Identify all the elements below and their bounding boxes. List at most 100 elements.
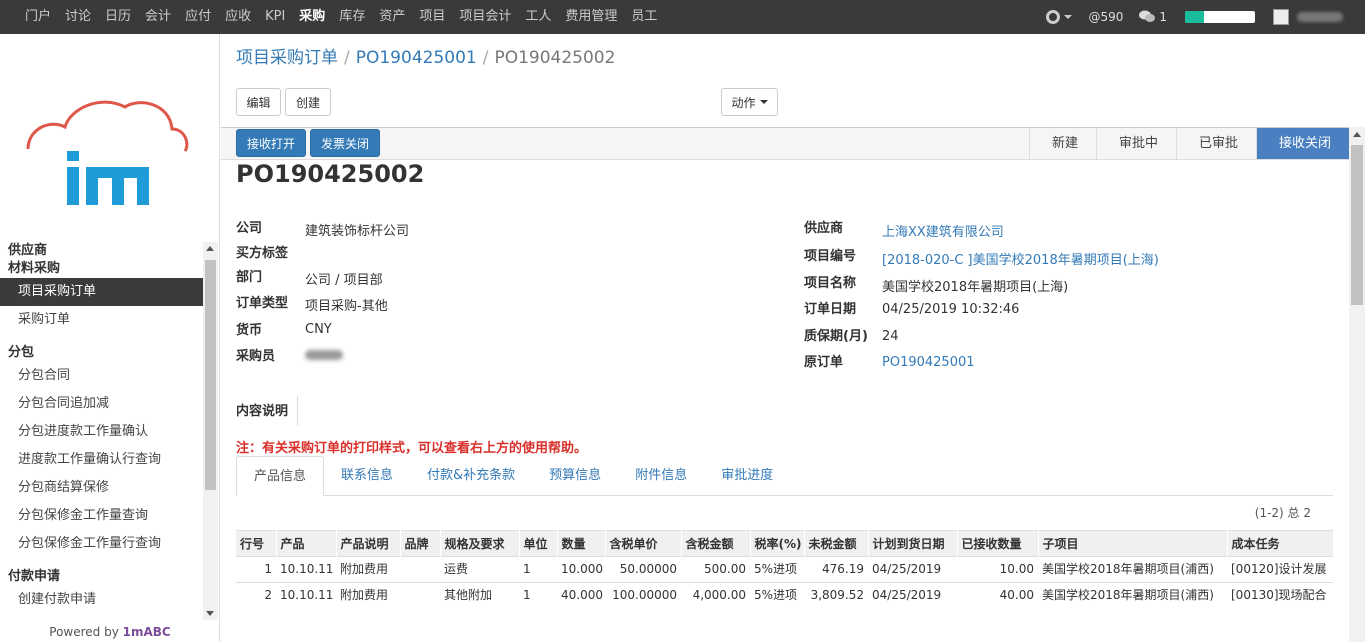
sidebar-item[interactable]: 分包合同	[0, 362, 203, 390]
column-header[interactable]: 税率(%)	[750, 530, 805, 557]
field-label: 采购员	[236, 349, 276, 364]
column-header[interactable]: 产品说明	[336, 530, 401, 557]
field-value: 美国学校2018年暑期项目(上海)	[882, 280, 1069, 295]
field-label: 订单类型	[236, 296, 289, 311]
invoice-close-button[interactable]: 发票关闭	[310, 129, 380, 157]
sidebar-group-title[interactable]: 分包	[0, 344, 203, 362]
settings-dropdown[interactable]	[1046, 10, 1073, 24]
top-menu-item[interactable]: 项目会计	[452, 0, 518, 34]
blurred-text	[305, 350, 343, 360]
mentions-counter[interactable]: @590	[1088, 10, 1123, 24]
tab-item[interactable]: 预算信息	[532, 456, 618, 496]
top-menu-item[interactable]: 费用管理	[558, 0, 624, 34]
sidebar-item[interactable]: 采购订单	[0, 306, 203, 334]
field-value: 24	[882, 329, 899, 344]
action-dropdown[interactable]: 动作	[721, 88, 778, 116]
table-cell: [00130]现场配合	[1227, 582, 1333, 608]
powered-by-brand[interactable]: 1mABC	[123, 625, 171, 639]
table-cell: 附加费用	[336, 556, 400, 583]
top-menu-item[interactable]: 门户	[18, 0, 58, 34]
top-menu-item[interactable]: 项目	[412, 0, 452, 34]
stage-pipeline: 新建 审批中 已审批 接收关闭	[1028, 128, 1349, 159]
main-content: 项目采购订单 / PO190425001/PO190425002 编辑 创建 动作 …	[221, 34, 1365, 642]
sidebar-scroll-thumb[interactable]	[205, 260, 216, 490]
chat-counter[interactable]: 1	[1139, 10, 1167, 24]
top-menu-item[interactable]: KPI	[258, 0, 292, 34]
sidebar-scrollbar[interactable]	[203, 242, 218, 620]
top-menu-item[interactable]: 资产	[372, 0, 412, 34]
table-cell: 其他附加	[440, 582, 519, 608]
sidebar-group-title[interactable]: 材料采购	[0, 260, 203, 278]
top-menu-item[interactable]: 工人	[518, 0, 558, 34]
chevron-down-icon	[1064, 15, 1073, 19]
tab-item[interactable]: 审批进度	[704, 456, 790, 496]
receive-open-button[interactable]: 接收打开	[236, 129, 306, 157]
column-header[interactable]: 数量	[557, 530, 606, 557]
top-menu-item[interactable]: 采购	[292, 0, 332, 34]
tab-item[interactable]: 付款&补充条款	[410, 456, 532, 496]
tab-item[interactable]: 联系信息	[324, 456, 410, 496]
breadcrumb-root[interactable]: 项目采购订单	[236, 48, 338, 68]
column-header[interactable]: 含税单价	[605, 530, 682, 557]
column-header[interactable]: 已接收数量	[957, 530, 1039, 557]
top-menu-item[interactable]: 员工	[624, 0, 664, 34]
main-scroll-thumb[interactable]	[1351, 145, 1363, 305]
field-value[interactable]: [2018-020-C ]美国学校2018年暑期项目(上海)	[882, 249, 1159, 268]
table-body: 1 10.10.11 附加费用 运费 1 10.000 50.00000 500.00 5%进项…	[236, 556, 1333, 608]
column-header[interactable]: 成本任务	[1227, 530, 1334, 557]
print-help-note: 注：有关采购订单的打印样式，可以查看右上方的使用帮助。	[236, 441, 588, 456]
top-menu-item[interactable]: 日历	[98, 0, 138, 34]
sidebar-item[interactable]: 项目采购订单	[0, 278, 203, 306]
stage-step[interactable]: 新建	[1028, 128, 1096, 159]
create-button[interactable]: 创建	[285, 88, 331, 116]
field-label: 部门	[236, 270, 263, 285]
column-header[interactable]: 子项目	[1038, 530, 1228, 557]
table-cell: 500.00	[681, 556, 750, 583]
column-header[interactable]: 含税金额	[681, 530, 751, 557]
breadcrumb-parent[interactable]: PO190425001	[356, 48, 477, 68]
column-header[interactable]: 未税金额	[804, 530, 869, 557]
tab-item[interactable]: 产品信息	[236, 456, 325, 496]
stage-step[interactable]: 接收关闭	[1255, 128, 1349, 159]
sidebar-item[interactable]: 分包进度款工作量确认	[0, 418, 203, 446]
field-value: 04/25/2019 10:32:46	[882, 302, 1020, 317]
top-menu-item[interactable]: 会计	[138, 0, 178, 34]
sidebar-item[interactable]: 分包商结算保修	[0, 474, 203, 502]
main-scrollbar[interactable]	[1349, 127, 1365, 642]
field-value[interactable]: PO190425001	[882, 355, 975, 370]
field-label: 项目编号	[804, 249, 857, 264]
top-menu-item[interactable]: 应收	[218, 0, 258, 34]
table-cell: 10.000	[557, 556, 605, 583]
table-row[interactable]: 2 10.10.11 附加费用 其他附加 1 40.000 100.00000 4,000.0…	[236, 582, 1333, 608]
sidebar-group-title[interactable]: 付款申请	[0, 568, 203, 586]
top-menu-item[interactable]: 讨论	[58, 0, 98, 34]
sidebar-item[interactable]: 创建付款申请	[0, 586, 203, 614]
column-header[interactable]: 产品	[276, 530, 337, 557]
stage-step[interactable]: 审批中	[1095, 128, 1176, 159]
column-header[interactable]: 计划到货日期	[868, 530, 958, 557]
sidebar-item[interactable]: 分包合同追加减	[0, 390, 203, 418]
column-header[interactable]: 品牌	[400, 530, 441, 557]
avatar	[1273, 9, 1289, 25]
field-value[interactable]: 上海XX建筑有限公司	[882, 221, 1004, 240]
sidebar-item[interactable]: 分包保修金工作量查询	[0, 502, 203, 530]
tab-item[interactable]: 附件信息	[618, 456, 704, 496]
sidebar-item[interactable]: 分包保修金工作量行查询	[0, 530, 203, 558]
table-cell: 10.00	[957, 556, 1038, 583]
sidebar-item[interactable]: 进度款工作量确认行查询	[0, 446, 203, 474]
stage-step[interactable]: 已审批	[1175, 128, 1256, 159]
sidebar-group-title[interactable]: 供应商	[0, 242, 203, 260]
table-row[interactable]: 1 10.10.11 附加费用 运费 1 10.000 50.00000 500.00 5%进项…	[236, 556, 1333, 583]
content-description-field[interactable]	[297, 396, 298, 426]
column-header[interactable]: 规格及要求	[440, 530, 520, 557]
table-cell: 40.000	[557, 582, 605, 608]
top-menu-item[interactable]: 应付	[178, 0, 218, 34]
user-menu[interactable]	[1273, 9, 1343, 25]
column-header[interactable]: 行号	[236, 530, 277, 557]
edit-button[interactable]: 编辑	[236, 88, 281, 116]
top-right-tools: @590 1	[1030, 0, 1365, 34]
column-header[interactable]: 单位	[519, 530, 558, 557]
powered-by: Powered by 1mABC	[0, 622, 220, 642]
top-menu-item[interactable]: 库存	[332, 0, 372, 34]
sidebar: 供应商 材料采购 项目采购订单 采购订单分包 分包合同 分包合同追加减 分包进度款工作量确认…	[0, 34, 220, 642]
